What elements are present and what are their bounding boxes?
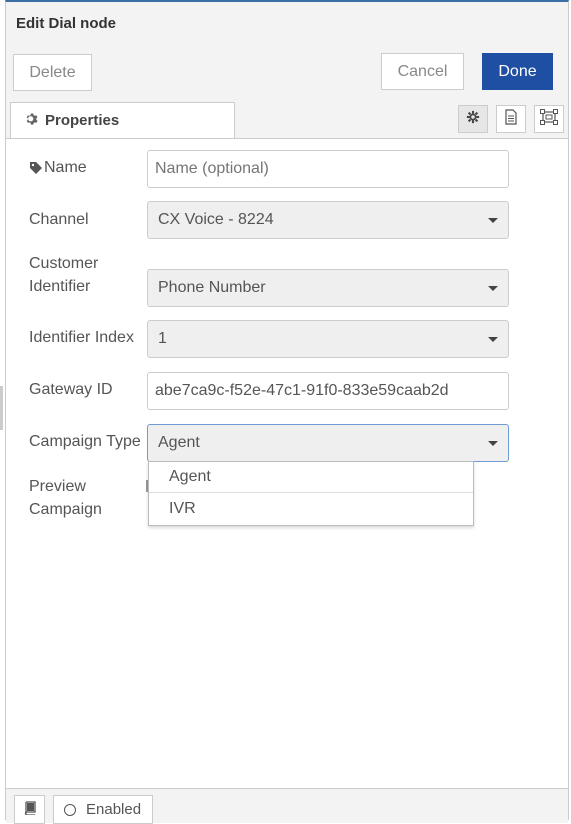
gateway-id-input[interactable]: abe7ca9c-f52e-47c1-91f0-833e59caab2d bbox=[147, 372, 509, 410]
gateway-id-value: abe7ca9c-f52e-47c1-91f0-833e59caab2d bbox=[155, 382, 449, 399]
tray-title: Edit Dial node bbox=[16, 15, 117, 32]
customer-identifier-value: Phone Number bbox=[158, 279, 266, 296]
cancel-button[interactable]: Cancel bbox=[381, 53, 464, 90]
channel-value: CX Voice - 8224 bbox=[158, 211, 274, 228]
tray-header: Edit Dial node bbox=[6, 2, 568, 47]
gateway-id-label: Gateway ID bbox=[29, 381, 113, 398]
name-input[interactable] bbox=[147, 150, 509, 188]
appearance-icon bbox=[540, 108, 558, 130]
campaign-type-option-agent[interactable]: Agent bbox=[149, 462, 473, 493]
node-appearance-tab[interactable] bbox=[534, 105, 564, 133]
tag-icon bbox=[29, 161, 43, 175]
campaign-type-dropdown: Agent IVR bbox=[148, 461, 474, 526]
book-icon bbox=[23, 800, 37, 819]
identifier-index-select[interactable]: 1 bbox=[147, 320, 509, 358]
chevron-down-icon bbox=[488, 337, 498, 342]
campaign-type-select[interactable]: Agent bbox=[147, 424, 509, 462]
tray-toolbar: Delete Cancel Done bbox=[6, 46, 568, 99]
preview-campaign-label: Preview Campaign bbox=[29, 478, 102, 518]
identifier-index-value: 1 bbox=[158, 330, 167, 347]
channel-select[interactable]: CX Voice - 8224 bbox=[147, 201, 509, 239]
tray-footer: Enabled bbox=[6, 788, 568, 824]
tab-bar: Properties bbox=[6, 98, 568, 139]
chevron-down-icon bbox=[488, 286, 498, 291]
chevron-down-icon bbox=[488, 441, 498, 446]
tab-properties[interactable]: Properties bbox=[10, 102, 235, 138]
radio-circle-icon bbox=[64, 803, 76, 816]
edit-tray: Edit Dial node Delete Cancel Done Proper… bbox=[5, 0, 569, 824]
name-label: Name bbox=[29, 156, 87, 179]
campaign-type-value: Agent bbox=[158, 434, 200, 451]
channel-label: Channel bbox=[29, 211, 89, 228]
identifier-index-label: Identifier Index bbox=[29, 329, 134, 346]
done-button[interactable]: Done bbox=[482, 53, 553, 90]
chevron-down-icon bbox=[488, 218, 498, 223]
gear-icon bbox=[466, 110, 480, 129]
gear-icon bbox=[25, 112, 39, 129]
node-properties-tab[interactable] bbox=[458, 105, 488, 133]
enabled-label: Enabled bbox=[86, 801, 142, 818]
delete-button[interactable]: Delete bbox=[13, 54, 92, 91]
tab-properties-label: Properties bbox=[45, 112, 120, 129]
node-description-tab[interactable] bbox=[496, 105, 526, 133]
campaign-type-option-ivr[interactable]: IVR bbox=[149, 493, 473, 525]
customer-identifier-label: Customer Identifier bbox=[29, 255, 99, 295]
customer-identifier-select[interactable]: Phone Number bbox=[147, 269, 509, 307]
resize-handle[interactable] bbox=[0, 386, 3, 430]
description-icon bbox=[504, 108, 518, 130]
campaign-type-label: Campaign Type bbox=[29, 433, 141, 450]
